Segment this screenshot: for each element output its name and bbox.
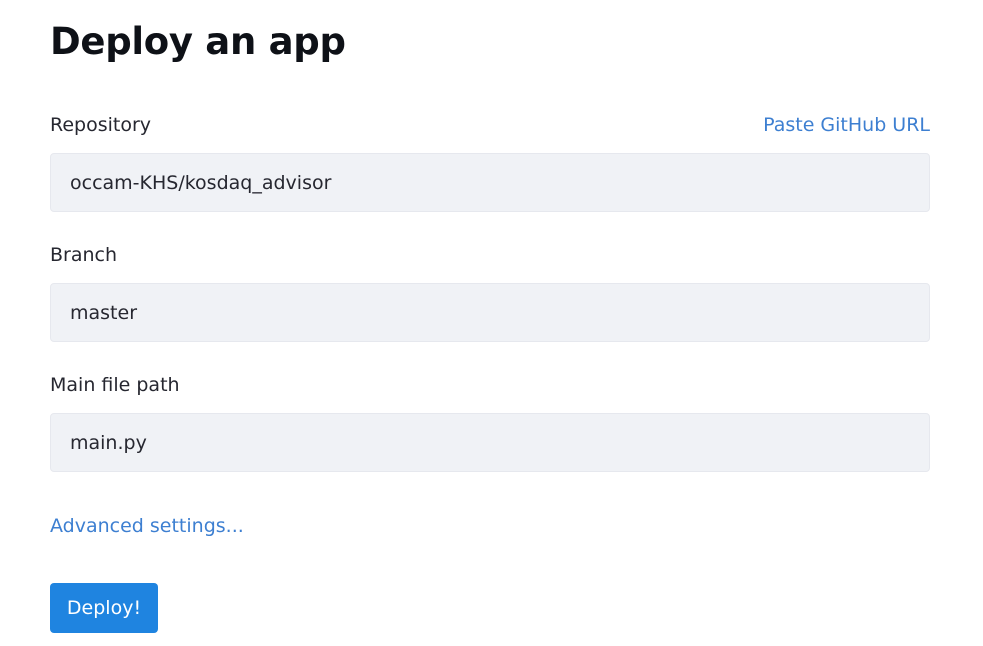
- main-file-path-input[interactable]: [50, 413, 930, 472]
- branch-input[interactable]: [50, 283, 930, 342]
- deploy-button[interactable]: Deploy!: [50, 583, 158, 633]
- repository-input[interactable]: [50, 153, 930, 212]
- repository-label: Repository: [50, 114, 152, 136]
- page-title: Deploy an app: [50, 20, 346, 63]
- deploy-app-page: Deploy an app Repository Paste GitHub UR…: [0, 0, 983, 646]
- repository-label-row: Repository Paste GitHub URL: [50, 114, 930, 136]
- branch-label: Branch: [50, 244, 118, 266]
- paste-github-url-link[interactable]: Paste GitHub URL: [763, 114, 930, 136]
- advanced-settings-link[interactable]: Advanced settings...: [50, 515, 244, 537]
- main-file-path-label: Main file path: [50, 374, 180, 396]
- main-file-label-row: Main file path: [50, 374, 930, 396]
- branch-label-row: Branch: [50, 244, 930, 266]
